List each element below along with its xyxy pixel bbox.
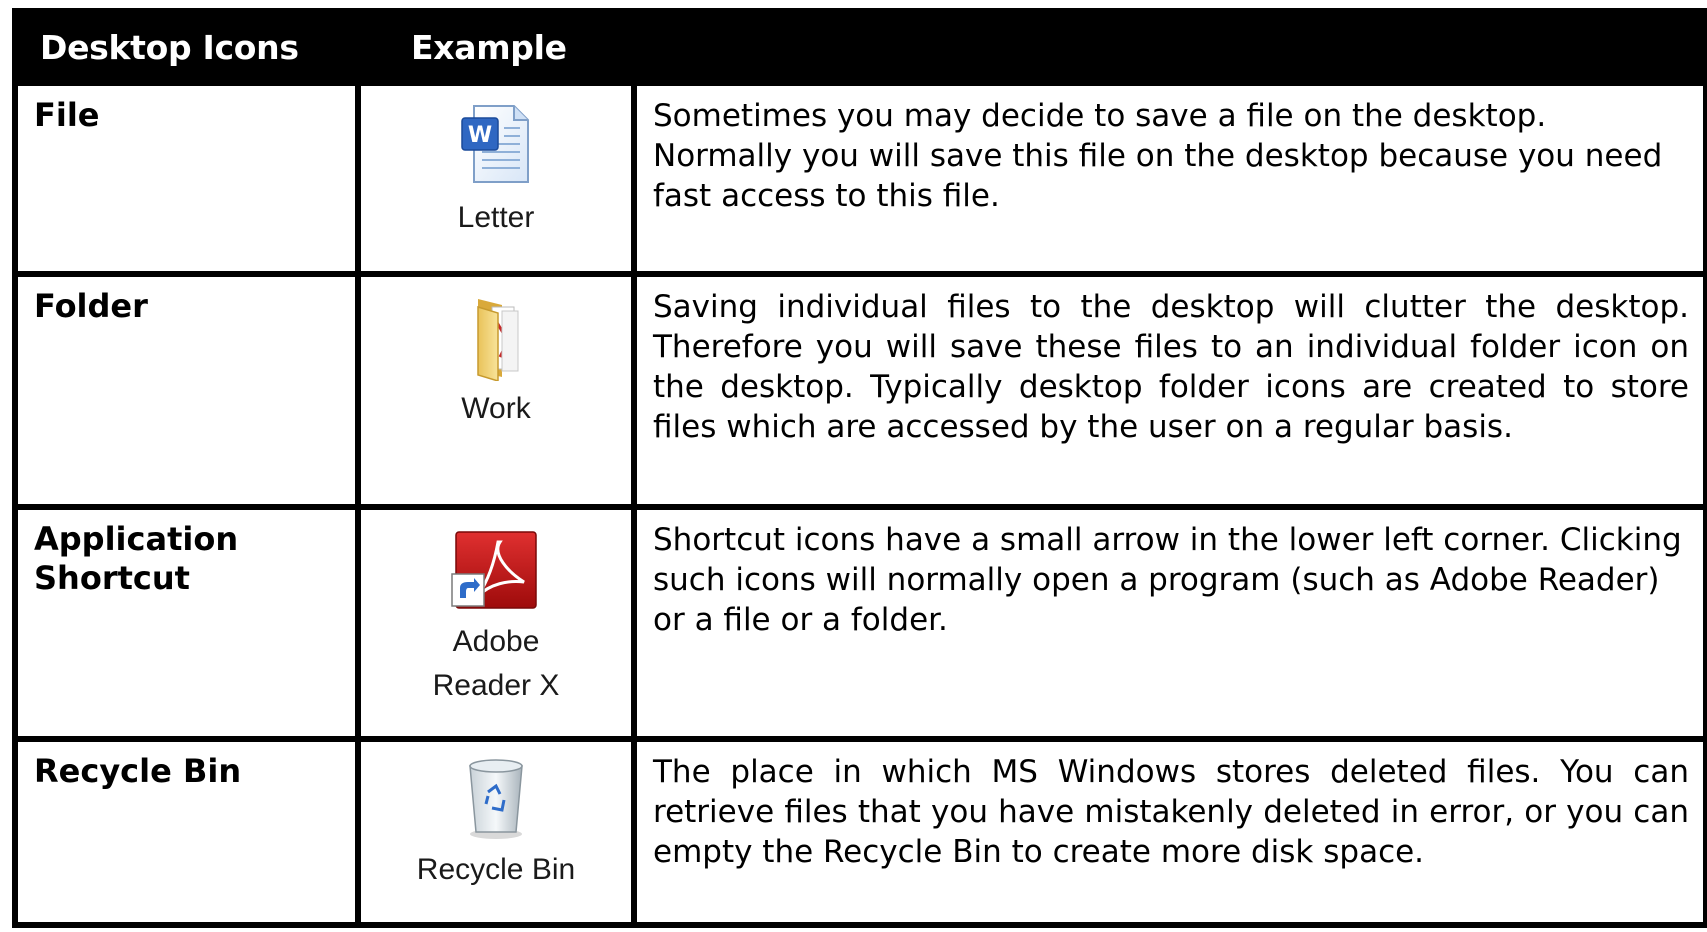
column-header-example: Example (355, 8, 637, 86)
icon-type-name: Folder (12, 271, 361, 510)
folder-icon (448, 291, 544, 381)
word-document-icon: W (448, 100, 544, 190)
column-header-description (631, 8, 1707, 86)
icon-description: Saving individual files to the desktop w… (631, 271, 1707, 510)
table-row: Application Shortcut Adobe Reader X Shor… (12, 504, 1707, 742)
document-page: Desktop Icons Example File W Letter Some… (0, 0, 1707, 932)
adobe-reader-shortcut-icon (448, 524, 544, 614)
icon-example-cell: Work (355, 271, 637, 510)
recycle-bin-icon (448, 752, 544, 842)
icon-label: Adobe Reader X (432, 625, 560, 702)
icon-example-cell: Adobe Reader X (355, 504, 637, 742)
desktop-icons-table: Desktop Icons Example File W Letter Some… (12, 8, 1707, 928)
table-row: Folder Work Saving individual files to t… (12, 271, 1707, 510)
icon-type-name: Application Shortcut (12, 504, 361, 742)
column-header-desktop-icons: Desktop Icons (12, 8, 361, 86)
icon-label: Work (461, 392, 531, 425)
icon-label: Recycle Bin (416, 853, 576, 886)
icon-description: Sometimes you may decide to save a file … (631, 80, 1707, 277)
svg-text:W: W (468, 123, 492, 148)
icon-type-name: Recycle Bin (12, 736, 361, 928)
icon-type-name: File (12, 80, 361, 277)
icon-description: The place in which MS Windows stores del… (631, 736, 1707, 928)
table-row: File W Letter Sometimes you may decide t… (12, 80, 1707, 277)
table-row: Recycle Bin Recycle Bin The place in whi… (12, 736, 1707, 928)
icon-label: Letter (457, 201, 535, 234)
icon-example-cell: W Letter (355, 80, 637, 277)
icon-example-cell: Recycle Bin (355, 736, 637, 928)
table-header-row: Desktop Icons Example (12, 8, 1707, 86)
icon-description: Shortcut icons have a small arrow in the… (631, 504, 1707, 742)
